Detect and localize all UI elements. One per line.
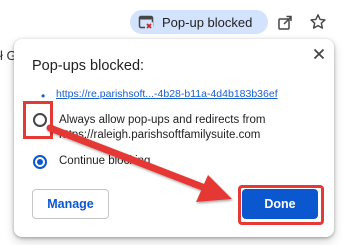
share-icon[interactable] bbox=[276, 13, 294, 31]
radio-highlight-box bbox=[23, 101, 53, 139]
blocked-popup-link[interactable]: https://re.parishsoft...-4b28-b11a-4d4b1… bbox=[56, 88, 278, 100]
popup-blocked-icon bbox=[138, 15, 154, 29]
allow-popups-label[interactable]: Always allow pop-ups and redirects from … bbox=[59, 113, 327, 143]
browser-toolbar: ł G Pop-up blocked bbox=[0, 0, 350, 63]
star-icon[interactable] bbox=[309, 13, 327, 31]
done-highlight-box bbox=[238, 185, 324, 225]
popup-blocked-chip[interactable]: Pop-up blocked bbox=[130, 10, 268, 34]
manage-button[interactable]: Manage bbox=[32, 189, 109, 219]
continue-blocking-radio[interactable] bbox=[33, 155, 47, 169]
popup-blocked-label: Pop-up blocked bbox=[162, 14, 253, 30]
close-button[interactable] bbox=[310, 45, 328, 63]
continue-blocking-label[interactable]: Continue blocking bbox=[59, 154, 259, 169]
close-icon bbox=[313, 48, 325, 60]
dialog-title: Pop-ups blocked: bbox=[32, 58, 145, 74]
